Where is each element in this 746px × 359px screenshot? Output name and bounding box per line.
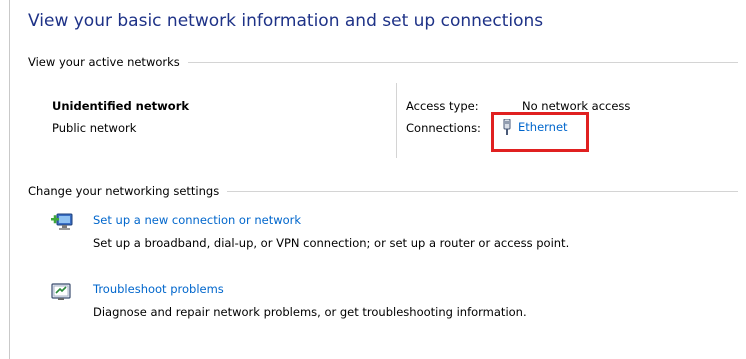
setup-connection-link[interactable]: Set up a new connection or network: [93, 213, 301, 227]
access-type-value: No network access: [522, 99, 631, 113]
new-connection-icon[interactable]: [49, 211, 75, 233]
setup-connection-description: Set up a broadband, dial-up, or VPN conn…: [93, 236, 570, 250]
troubleshoot-description: Diagnose and repair network problems, or…: [93, 305, 527, 319]
connections-label: Connections:: [406, 121, 481, 135]
pane-left-border: [9, 0, 10, 359]
network-sharing-center: View your basic network information and …: [0, 0, 746, 359]
change-settings-header-label: Change your networking settings: [28, 184, 220, 198]
access-type-label: Access type:: [406, 99, 479, 113]
troubleshoot-icon[interactable]: [49, 281, 75, 303]
troubleshoot-link[interactable]: Troubleshoot problems: [93, 282, 224, 296]
change-settings-header: Change your networking settings: [28, 182, 738, 200]
active-networks-header: View your active networks: [28, 53, 738, 71]
ethernet-adapter-icon: [503, 119, 511, 135]
page-title: View your basic network information and …: [28, 11, 544, 31]
network-name: Unidentified network: [52, 99, 190, 113]
section-divider: [227, 190, 738, 192]
ethernet-link-label[interactable]: Ethernet: [518, 120, 568, 134]
section-divider: [187, 61, 738, 63]
ethernet-connection-link[interactable]: Ethernet: [502, 119, 568, 135]
active-networks-header-label: View your active networks: [28, 55, 180, 69]
network-type[interactable]: Public network: [52, 121, 136, 135]
network-details-divider: [396, 83, 397, 158]
